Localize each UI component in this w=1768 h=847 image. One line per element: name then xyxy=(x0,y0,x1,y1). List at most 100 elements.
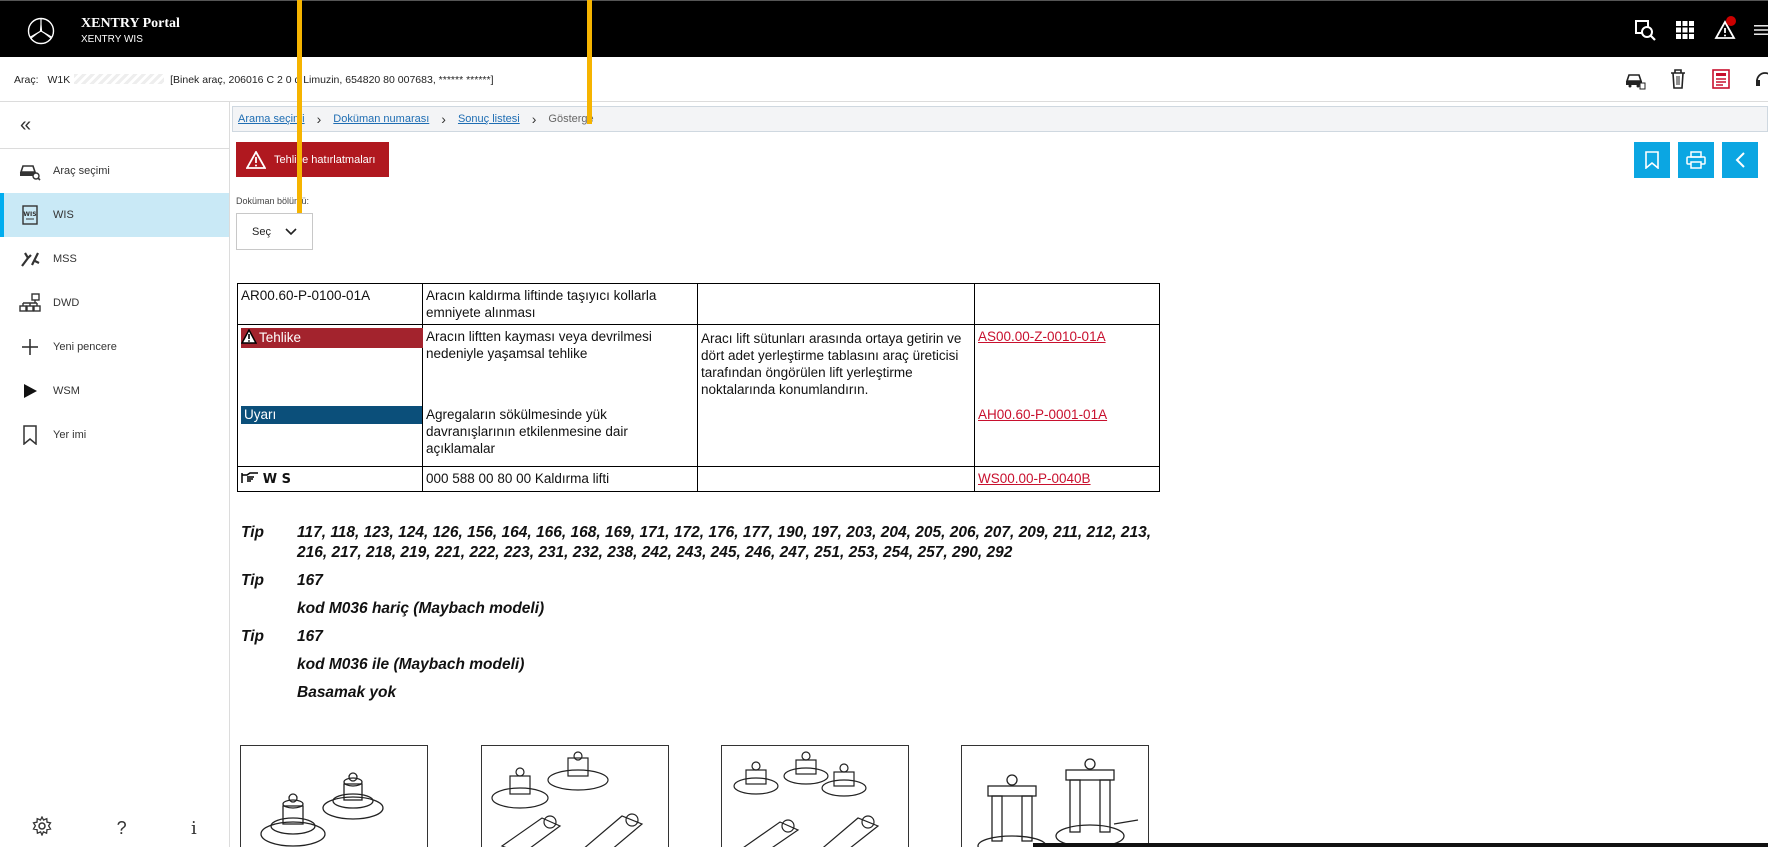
warning-icon[interactable] xyxy=(1714,16,1736,41)
table-cell-link: WS00.00-P-0040B xyxy=(974,466,1160,492)
collapse-sidebar-icon[interactable]: « xyxy=(20,114,31,137)
vehicle-details: [Binek araç, 206016 C 2 0 d Limuzin, 654… xyxy=(170,74,494,86)
chevron-left-icon xyxy=(1735,152,1745,168)
print-icon xyxy=(1686,151,1706,169)
tip-value: kod M036 hariç (Maybach modeli) xyxy=(297,600,545,617)
table-cell-labels: Tehlike Uyarı xyxy=(237,324,423,467)
danger-button-label: Tehlike hatırlatmaları xyxy=(274,153,376,166)
sidebar: « Araç seçimi WIS WIS MSS DWD Yeni pence… xyxy=(0,102,230,847)
overlay-arrow-marker xyxy=(587,0,592,124)
grid-icon[interactable] xyxy=(1674,19,1696,41)
danger-label-text: Tehlike xyxy=(259,330,302,345)
breadcrumb-sonuc-listesi[interactable]: Sonuç listesi xyxy=(458,113,520,125)
illustration-lift-pads-1[interactable] xyxy=(240,745,428,847)
sidebar-item-label: WIS xyxy=(53,209,74,221)
tool-hand-icon xyxy=(241,472,258,483)
danger-measure: Aracı lift sütunları arasında ortaya get… xyxy=(701,331,962,397)
danger-description: Aracın liftten kayması veya devrilmesi n… xyxy=(426,329,652,361)
tip-value: Basamak yok xyxy=(297,684,397,701)
list-item: kod M036 hariç (Maybach modeli) xyxy=(241,599,1157,619)
vehicle-actions xyxy=(1624,68,1768,95)
warning-description: Agregaların sökülmesinde yük davranışlar… xyxy=(426,407,628,456)
breadcrumb: Arama seçimi › Doküman numarası › Sonuç … xyxy=(232,106,1768,132)
info-icon[interactable]: i xyxy=(191,818,197,839)
xentry-page: XENTRY Portal XENTRY WIS Araç: W1K [Bine… xyxy=(0,0,1768,847)
print-button[interactable] xyxy=(1678,142,1714,178)
breadcrumb-dokuman-numarasi[interactable]: Doküman numarası xyxy=(333,113,429,125)
trash-icon[interactable] xyxy=(1668,68,1688,95)
vin-mask xyxy=(74,74,165,84)
sidebar-footer: ? i xyxy=(0,809,229,847)
table-row: Tehlike Uyarı Aracın liftten kayması vey… xyxy=(237,324,1160,467)
vehicle-info: Araç: W1K [Binek araç, 206016 C 2 0 d Li… xyxy=(14,74,494,86)
dwd-icon xyxy=(19,292,41,314)
brand-title: XENTRY Portal xyxy=(81,16,180,31)
sidebar-item-mss[interactable]: MSS xyxy=(0,237,229,281)
brand-subtitle: XENTRY WIS xyxy=(81,34,143,45)
settings-icon[interactable] xyxy=(32,815,52,841)
collapse-panel-button[interactable] xyxy=(1722,142,1758,178)
vehicle-label: Araç: xyxy=(14,74,39,86)
report-icon[interactable] xyxy=(1710,68,1732,95)
table-cell-links: AS00.00-Z-0010-01A AH00.60-P-0001-01A xyxy=(974,324,1160,467)
list-item: Tip 117, 118, 123, 124, 126, 156, 164, 1… xyxy=(241,523,1157,563)
document-section-select[interactable]: Seç xyxy=(236,213,313,250)
play-icon xyxy=(19,380,41,402)
notification-dot xyxy=(1726,16,1736,26)
tool-link[interactable]: WS00.00-P-0040B xyxy=(978,471,1091,486)
table-row: AR00.60-P-0100-01A Aracın kaldırma lifti… xyxy=(237,283,1160,325)
mercedes-star-icon[interactable] xyxy=(27,17,55,45)
sidebar-item-label: MSS xyxy=(53,253,77,265)
sidebar-item-dwd[interactable]: DWD xyxy=(0,281,229,325)
chevron-right-icon: › xyxy=(316,111,322,127)
safety-table: AR00.60-P-0100-01A Aracın kaldırma lifti… xyxy=(237,283,1160,492)
search-car-icon[interactable] xyxy=(1634,19,1656,41)
headset-icon[interactable] xyxy=(1754,68,1768,95)
top-bar: XENTRY Portal XENTRY WIS xyxy=(0,0,1768,57)
danger-label: Tehlike xyxy=(241,328,423,348)
bookmark-button[interactable] xyxy=(1634,142,1670,178)
lift-pad-illustration xyxy=(260,772,384,847)
warning-label: Uyarı xyxy=(241,406,423,424)
illustration-lift-pads-3[interactable] xyxy=(721,745,909,847)
tip-value: 117, 118, 123, 124, 126, 156, 164, 166, … xyxy=(297,524,1152,561)
sidebar-item-yer-imi[interactable]: Yer imi xyxy=(0,413,229,457)
sidebar-item-label: Yer imi xyxy=(53,429,87,441)
plus-icon xyxy=(19,336,41,358)
table-cell-desc: Aracın liftten kayması veya devrilmesi n… xyxy=(422,324,698,467)
vehicle-bar: Araç: W1K [Binek araç, 206016 C 2 0 d Li… xyxy=(0,57,1768,102)
tip-value: 167 xyxy=(297,572,323,589)
danger-link[interactable]: AS00.00-Z-0010-01A xyxy=(978,329,1106,344)
tip-key: Tip xyxy=(241,524,264,541)
tip-key: Tip xyxy=(241,628,264,645)
type-applicability-list: Tip 117, 118, 123, 124, 126, 156, 164, 1… xyxy=(241,523,1157,711)
table-cell-empty xyxy=(974,283,1160,325)
illustration-lift-pads-2[interactable] xyxy=(481,745,669,847)
tip-key: Tip xyxy=(241,572,264,589)
warning-link[interactable]: AH00.60-P-0001-01A xyxy=(978,407,1107,422)
menu-icon[interactable] xyxy=(1754,19,1768,41)
breadcrumb-arama-secimi[interactable]: Arama seçimi xyxy=(238,113,305,125)
sidebar-item-arac-secimi[interactable]: Araç seçimi xyxy=(0,149,229,193)
sidebar-item-wis[interactable]: WIS WIS xyxy=(0,193,229,237)
vin-prefix: W1K xyxy=(47,74,71,86)
tip-key xyxy=(241,599,297,619)
mss-icon xyxy=(19,248,41,270)
overlay-arrow-marker xyxy=(297,0,302,213)
danger-reminders-button[interactable]: Tehlike hatırlatmaları xyxy=(236,142,389,177)
table-cell-measure: Aracı lift sütunları arasında ortaya get… xyxy=(697,324,975,467)
tip-value: 167 xyxy=(297,628,323,645)
warning-triangle-icon xyxy=(246,150,266,169)
vehicle-icon[interactable] xyxy=(1624,68,1646,95)
lift-pad-illustration xyxy=(977,758,1139,847)
table-cell-tool: W S xyxy=(237,466,423,492)
sidebar-item-yeni-pencere[interactable]: Yeni pencere xyxy=(0,325,229,369)
list-item: Basamak yok xyxy=(241,683,1157,703)
table-cell-code: AR00.60-P-0100-01A xyxy=(237,283,423,325)
tip-value: kod M036 ile (Maybach modeli) xyxy=(297,656,525,673)
car-search-icon xyxy=(19,160,41,182)
illustration-lift-pads-4[interactable] xyxy=(961,745,1149,847)
sidebar-item-wsm[interactable]: WSM xyxy=(0,369,229,413)
help-icon[interactable]: ? xyxy=(117,818,127,839)
table-cell-empty xyxy=(697,283,975,325)
